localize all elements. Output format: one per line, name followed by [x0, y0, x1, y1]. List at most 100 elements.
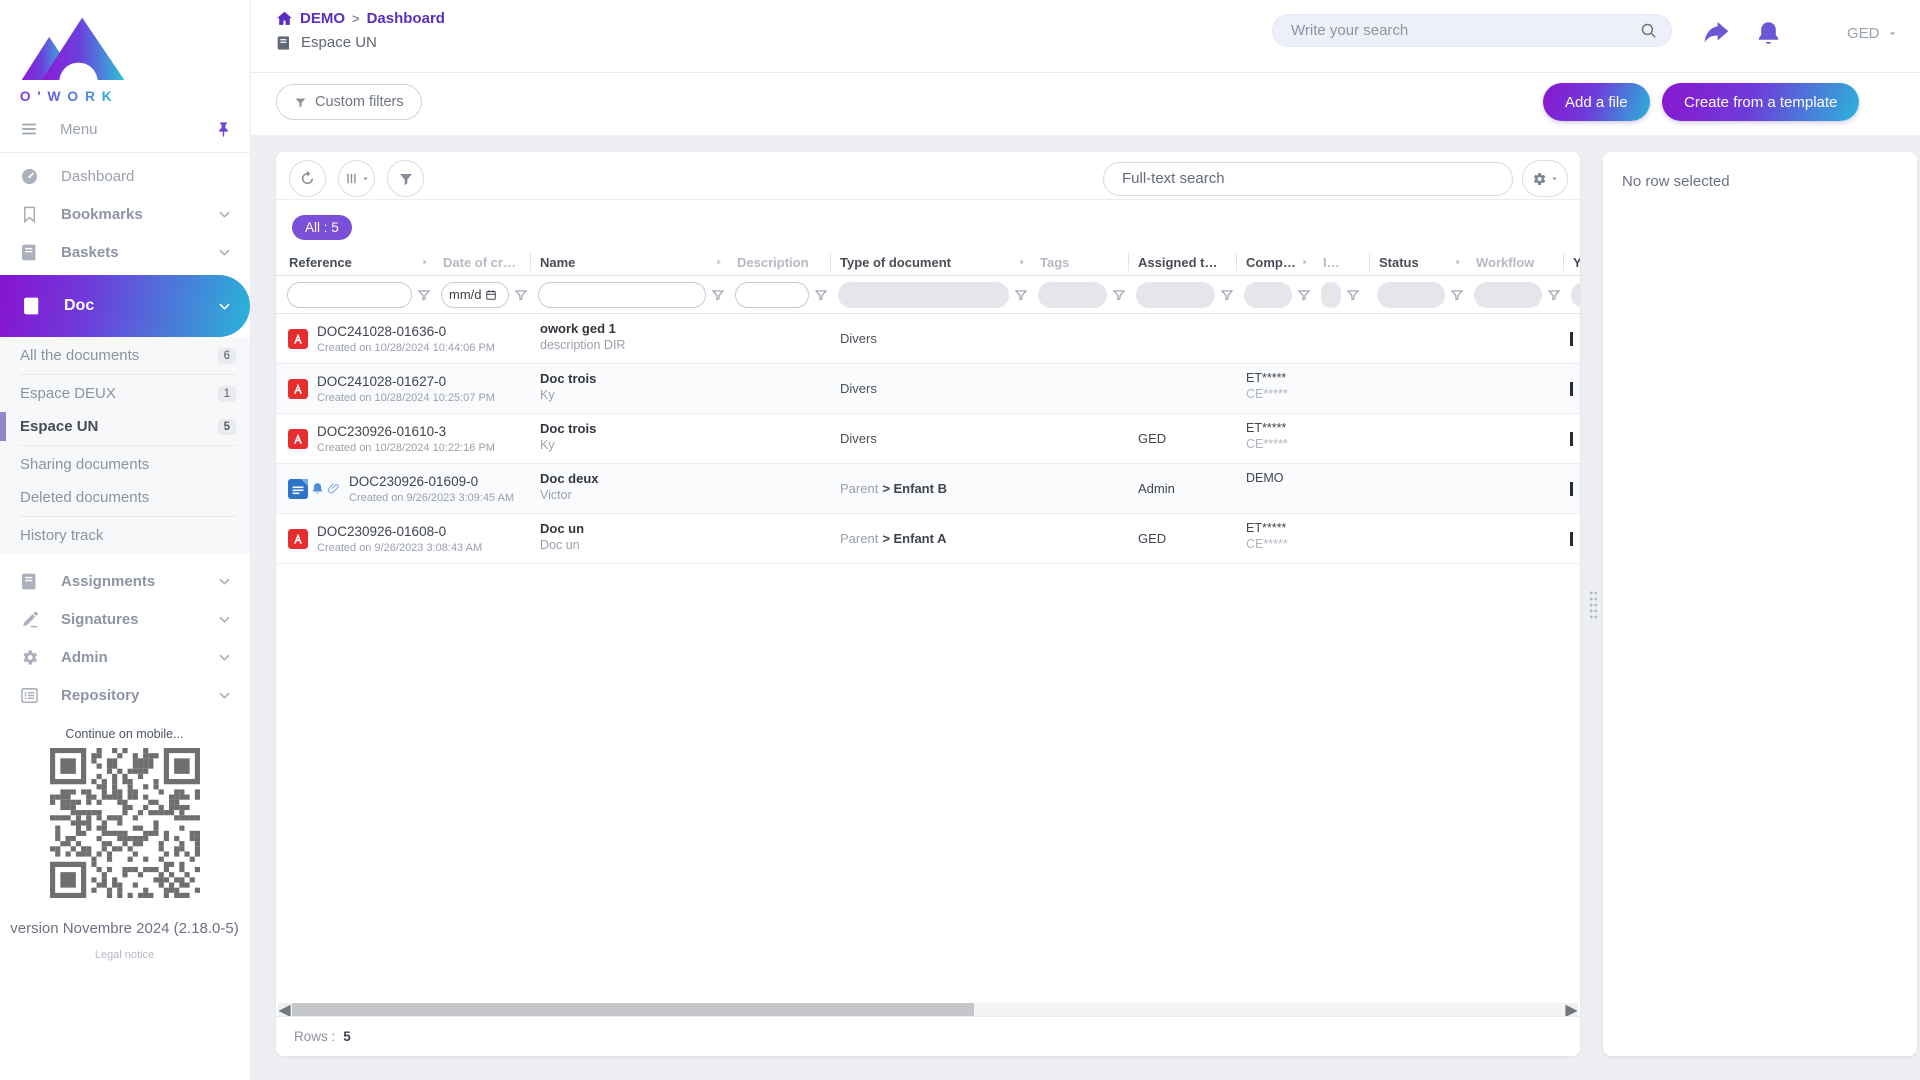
breadcrumb-current[interactable]: Dashboard: [367, 10, 445, 27]
funnel-icon[interactable]: [1297, 288, 1311, 302]
col-header-reference[interactable]: Reference: [276, 249, 434, 275]
search-icon[interactable]: [1640, 22, 1657, 39]
sidebar-item-all-documents[interactable]: All the documents 6: [0, 339, 250, 372]
sort-arrow-icon[interactable]: [1453, 257, 1463, 267]
sidebar-item-deleted-documents[interactable]: Deleted documents: [0, 481, 250, 514]
filter-input-status[interactable]: [1377, 282, 1445, 308]
sidebar-item-signatures[interactable]: Signatures: [0, 600, 250, 638]
sub-item-label: Sharing documents: [20, 456, 149, 473]
horizontal-scrollbar[interactable]: ◀︎ ▶︎: [278, 1003, 1578, 1016]
sort-arrow-icon[interactable]: [1017, 257, 1027, 267]
funnel-icon[interactable]: [1014, 288, 1028, 302]
custom-filters-button[interactable]: Custom filters: [276, 84, 422, 120]
filter-input-description[interactable]: [735, 282, 809, 308]
global-search-input[interactable]: Write your search: [1272, 14, 1672, 47]
filter-input-tags[interactable]: [1038, 282, 1107, 308]
cell-company: ET*****CE*****: [1237, 414, 1314, 463]
filter-input-date[interactable]: mm/d: [441, 282, 509, 308]
user-menu[interactable]: GED: [1847, 25, 1898, 42]
sidebar-item-sharing-documents[interactable]: Sharing documents: [0, 448, 250, 481]
table-row[interactable]: DOC230926-01608-0Created on 9/26/2023 3:…: [276, 514, 1580, 564]
col-header-status[interactable]: Status: [1370, 249, 1467, 275]
table-footer: Rows : 5: [276, 1016, 1580, 1056]
create-from-template-button[interactable]: Create from a template: [1662, 83, 1859, 121]
divider: [0, 152, 250, 153]
fulltext-search-input[interactable]: Full-text search: [1103, 162, 1513, 196]
scrollbar-thumb[interactable]: [292, 1003, 974, 1016]
clipped-text: [1570, 382, 1573, 396]
sidebar-item-admin[interactable]: Admin: [0, 638, 250, 676]
filter-input-reference[interactable]: [287, 282, 412, 308]
col-header-description[interactable]: Description: [728, 249, 831, 275]
filter-input-y[interactable]: [1571, 282, 1580, 308]
col-header-i[interactable]: I…: [1314, 249, 1370, 275]
filter-input-company[interactable]: [1244, 282, 1292, 308]
panel-resize-grip[interactable]: [1589, 590, 1598, 622]
col-label: Assigned t…: [1138, 255, 1217, 270]
funnel-icon[interactable]: [1346, 288, 1360, 302]
calendar-icon[interactable]: [485, 289, 497, 301]
sidebar-item-assignments[interactable]: Assignments: [0, 562, 250, 600]
count-badge: 6: [218, 348, 236, 364]
filter-input-workflow[interactable]: [1474, 282, 1542, 308]
add-file-button[interactable]: Add a file: [1543, 83, 1650, 121]
filter-input-name[interactable]: [538, 282, 706, 308]
col-header-date[interactable]: Date of cr…: [434, 249, 531, 275]
funnel-icon[interactable]: [1112, 288, 1126, 302]
filter-input-i[interactable]: [1321, 282, 1341, 308]
sort-arrow-icon[interactable]: [1300, 257, 1310, 267]
table-row[interactable]: DOC230926-01609-0Created on 9/26/2023 3:…: [276, 464, 1580, 514]
scroll-left-arrow[interactable]: ◀︎: [278, 1003, 291, 1016]
sidebar-item-history-track[interactable]: History track: [0, 519, 250, 552]
col-header-tags[interactable]: Tags: [1031, 249, 1129, 275]
sidebar-item-label: Bookmarks: [61, 206, 143, 223]
funnel-icon[interactable]: [417, 288, 431, 302]
funnel-icon[interactable]: [514, 288, 528, 302]
columns-button[interactable]: [338, 160, 375, 197]
filter-input-assigned[interactable]: [1136, 282, 1215, 308]
all-count-badge[interactable]: All : 5: [292, 215, 352, 240]
table-row[interactable]: DOC230926-01610-3Created on 10/28/2024 1…: [276, 414, 1580, 464]
share-icon[interactable]: [1703, 20, 1730, 47]
sidebar-item-espace-deux[interactable]: Espace DEUX 1: [0, 377, 250, 410]
col-header-workflow[interactable]: Workflow: [1467, 249, 1564, 275]
sidebar-item-doc-active[interactable]: Doc: [0, 275, 250, 337]
cell-assigned: [1129, 364, 1237, 413]
table-settings-button[interactable]: [1522, 160, 1568, 197]
scrollbar-track[interactable]: [291, 1003, 1565, 1016]
scroll-right-arrow[interactable]: ▶︎: [1565, 1003, 1578, 1016]
hamburger-icon[interactable]: [20, 120, 38, 138]
rows-label: Rows :: [294, 1029, 335, 1044]
funnel-icon[interactable]: [1450, 288, 1464, 302]
sidebar-item-repository[interactable]: Repository: [0, 676, 250, 714]
table-row[interactable]: DOC241028-01636-0Created on 10/28/2024 1…: [276, 314, 1580, 364]
home-icon[interactable]: [276, 10, 293, 27]
funnel-icon[interactable]: [1220, 288, 1234, 302]
filter-button[interactable]: [387, 160, 424, 197]
sort-arrow-icon[interactable]: [714, 257, 724, 267]
col-header-name[interactable]: Name: [531, 249, 728, 275]
col-header-y[interactable]: Y…: [1564, 249, 1580, 275]
company-line1: ET*****: [1246, 421, 1314, 435]
legal-notice-link[interactable]: Legal notice: [0, 949, 249, 961]
cell-workflow: [1467, 514, 1564, 563]
funnel-icon[interactable]: [1547, 288, 1561, 302]
funnel-icon[interactable]: [711, 288, 725, 302]
col-header-assigned[interactable]: Assigned t…: [1129, 249, 1237, 275]
bell-icon[interactable]: [1755, 20, 1782, 47]
sidebar-item-baskets[interactable]: Baskets: [0, 233, 250, 271]
filter-input-type[interactable]: [838, 282, 1009, 308]
sidebar-item-bookmarks[interactable]: Bookmarks: [0, 195, 250, 233]
cell-status: [1370, 314, 1467, 363]
sort-arrow-icon[interactable]: [420, 257, 430, 267]
breadcrumb-root[interactable]: DEMO: [300, 10, 345, 27]
sidebar-item-espace-un[interactable]: Espace UN 5: [0, 410, 250, 443]
table-row[interactable]: DOC241028-01627-0Created on 10/28/2024 1…: [276, 364, 1580, 414]
pin-icon[interactable]: [215, 121, 232, 138]
col-header-company[interactable]: Comp…: [1237, 249, 1314, 275]
funnel-icon[interactable]: [814, 288, 828, 302]
col-header-type[interactable]: Type of document: [831, 249, 1031, 275]
refresh-button[interactable]: [289, 160, 326, 197]
sidebar-item-dashboard[interactable]: Dashboard: [0, 157, 250, 195]
documents-table-panel: Full-text search All : 5 Reference Date …: [276, 152, 1580, 1056]
